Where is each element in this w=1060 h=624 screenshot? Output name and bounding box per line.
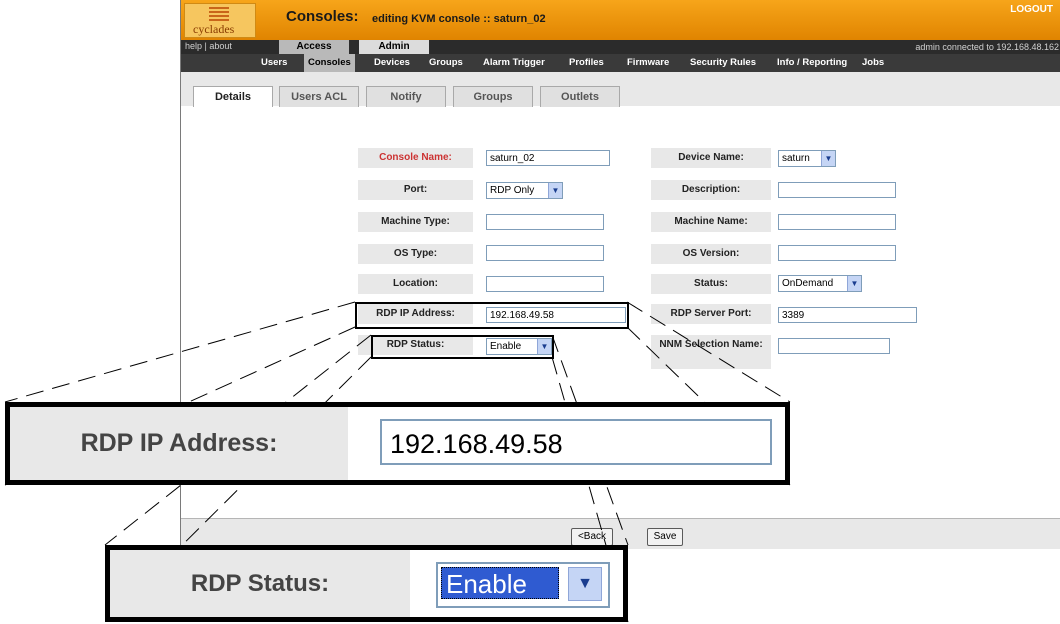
about-link[interactable]: about bbox=[209, 41, 232, 51]
subnav-devices[interactable]: Devices bbox=[374, 54, 410, 72]
os-version-field[interactable] bbox=[778, 245, 896, 261]
save-button[interactable]: Save bbox=[647, 528, 683, 546]
logo-text: cyclades bbox=[193, 22, 235, 36]
rdp-ip-highlight-box bbox=[355, 302, 629, 329]
help-link[interactable]: help bbox=[185, 41, 202, 51]
help-separator: | bbox=[204, 41, 207, 51]
location-label: Location: bbox=[358, 274, 473, 294]
device-name-label: Device Name: bbox=[651, 148, 771, 168]
chevron-down-icon[interactable]: ▼ bbox=[548, 183, 562, 198]
zoom-rdp-ip-field: 192.168.49.58 bbox=[380, 419, 772, 465]
machine-name-field[interactable] bbox=[778, 214, 896, 230]
port-select-value: RDP Only bbox=[490, 185, 535, 196]
tab-users-acl[interactable]: Users ACL bbox=[279, 86, 359, 107]
description-field[interactable] bbox=[778, 182, 896, 198]
device-name-select[interactable]: saturn ▼ bbox=[778, 150, 836, 167]
rdp-server-port-field[interactable]: 3389 bbox=[778, 307, 917, 323]
os-type-label: OS Type: bbox=[358, 244, 473, 264]
subnav-consoles[interactable]: Consoles bbox=[304, 54, 355, 72]
port-select[interactable]: RDP Only ▼ bbox=[486, 182, 563, 199]
chevron-down-icon: ▼ bbox=[568, 567, 602, 601]
tab-admin[interactable]: Admin bbox=[359, 40, 429, 54]
console-name-field[interactable]: saturn_02 bbox=[486, 150, 610, 166]
machine-name-label: Machine Name: bbox=[651, 212, 771, 232]
tab-outlets[interactable]: Outlets bbox=[540, 86, 620, 107]
logout-link[interactable]: LOGOUT bbox=[1010, 4, 1053, 15]
sub-navigation: Users Consoles Devices Groups Alarm Trig… bbox=[181, 54, 1060, 72]
page-tab-bar: Details Users ACL Notify Groups Outlets bbox=[181, 72, 1060, 107]
subnav-groups[interactable]: Groups bbox=[429, 54, 463, 72]
rdp-ip-zoom-callout: RDP IP Address: 192.168.49.58 bbox=[5, 402, 790, 485]
tab-details[interactable]: Details bbox=[193, 86, 273, 107]
status-label: Status: bbox=[651, 274, 771, 294]
zoom-rdp-status-value: Enable bbox=[441, 567, 559, 599]
back-button[interactable]: <Back bbox=[571, 528, 613, 546]
rdp-status-highlight-box bbox=[371, 335, 554, 359]
machine-type-label: Machine Type: bbox=[358, 212, 473, 232]
help-links: help | about bbox=[185, 41, 232, 51]
tab-access[interactable]: Access bbox=[279, 40, 349, 54]
subnav-profiles[interactable]: Profiles bbox=[569, 54, 604, 72]
tab-groups[interactable]: Groups bbox=[453, 86, 533, 107]
nnm-selection-name-field[interactable] bbox=[778, 338, 890, 354]
zoom-rdp-ip-label: RDP IP Address: bbox=[10, 407, 348, 480]
os-version-label: OS Version: bbox=[651, 244, 771, 264]
subnav-jobs[interactable]: Jobs bbox=[862, 54, 884, 72]
subnav-firmware[interactable]: Firmware bbox=[627, 54, 669, 72]
cyclades-logo: cyclades bbox=[184, 3, 256, 38]
header: cyclades Consoles: editing KVM console :… bbox=[181, 0, 1060, 40]
zoom-rdp-status-label: RDP Status: bbox=[110, 550, 410, 617]
subnav-security-rules[interactable]: Security Rules bbox=[690, 54, 756, 72]
description-label: Description: bbox=[651, 180, 771, 200]
subnav-users[interactable]: Users bbox=[261, 54, 287, 72]
chevron-down-icon[interactable]: ▼ bbox=[821, 151, 835, 166]
page-title: Consoles: bbox=[286, 8, 359, 25]
subnav-info-reporting[interactable]: Info / Reporting bbox=[777, 54, 847, 72]
subnav-alarm-trigger[interactable]: Alarm Trigger bbox=[483, 54, 545, 72]
chevron-down-icon[interactable]: ▼ bbox=[847, 276, 861, 291]
device-name-value: saturn bbox=[782, 153, 810, 164]
console-name-label: Console Name: bbox=[358, 148, 473, 168]
connection-status: admin connected to 192.168.48.162 bbox=[915, 42, 1059, 52]
status-value: OnDemand bbox=[782, 278, 834, 289]
rdp-server-port-label: RDP Server Port: bbox=[651, 304, 771, 324]
location-field[interactable] bbox=[486, 276, 604, 292]
tab-notify[interactable]: Notify bbox=[366, 86, 446, 107]
os-type-field[interactable] bbox=[486, 245, 604, 261]
page-subtitle: editing KVM console :: saturn_02 bbox=[372, 13, 546, 25]
machine-type-field[interactable] bbox=[486, 214, 604, 230]
port-label: Port: bbox=[358, 180, 473, 200]
nnm-selection-name-label: NNM Selection Name: bbox=[651, 335, 771, 369]
top-navigation: help | about Access Admin admin connecte… bbox=[181, 40, 1060, 54]
rdp-status-zoom-callout: RDP Status: Enable ▼ bbox=[105, 545, 628, 622]
logo-mark-icon bbox=[209, 7, 229, 21]
zoom-rdp-status-select: Enable ▼ bbox=[436, 562, 610, 608]
status-select[interactable]: OnDemand ▼ bbox=[778, 275, 862, 292]
